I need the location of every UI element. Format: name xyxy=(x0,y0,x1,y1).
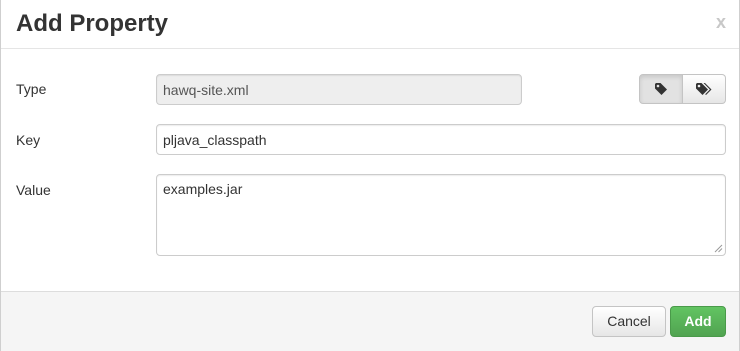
value-textarea[interactable]: examples.jar xyxy=(156,174,726,256)
tag-icon xyxy=(655,83,667,95)
resize-grip-icon[interactable] xyxy=(714,244,723,253)
close-button[interactable]: x xyxy=(716,12,726,32)
property-type-toggle xyxy=(639,74,726,104)
type-field[interactable] xyxy=(156,74,522,105)
value-label: Value xyxy=(16,182,51,198)
tags-icon xyxy=(696,83,712,95)
add-button[interactable]: Add xyxy=(670,306,726,337)
key-label: Key xyxy=(16,132,41,148)
key-input[interactable] xyxy=(156,124,726,155)
dialog-title: Add Property xyxy=(16,10,169,37)
single-tag-button[interactable] xyxy=(639,74,683,104)
cancel-button[interactable]: Cancel xyxy=(592,306,666,337)
add-property-dialog: Add Property x Type Key Value examples.j… xyxy=(0,0,740,351)
dialog-footer: Cancel Add xyxy=(1,291,739,351)
dialog-header: Add Property x xyxy=(1,0,739,49)
multiple-tags-button[interactable] xyxy=(683,74,726,104)
type-label: Type xyxy=(16,81,47,97)
